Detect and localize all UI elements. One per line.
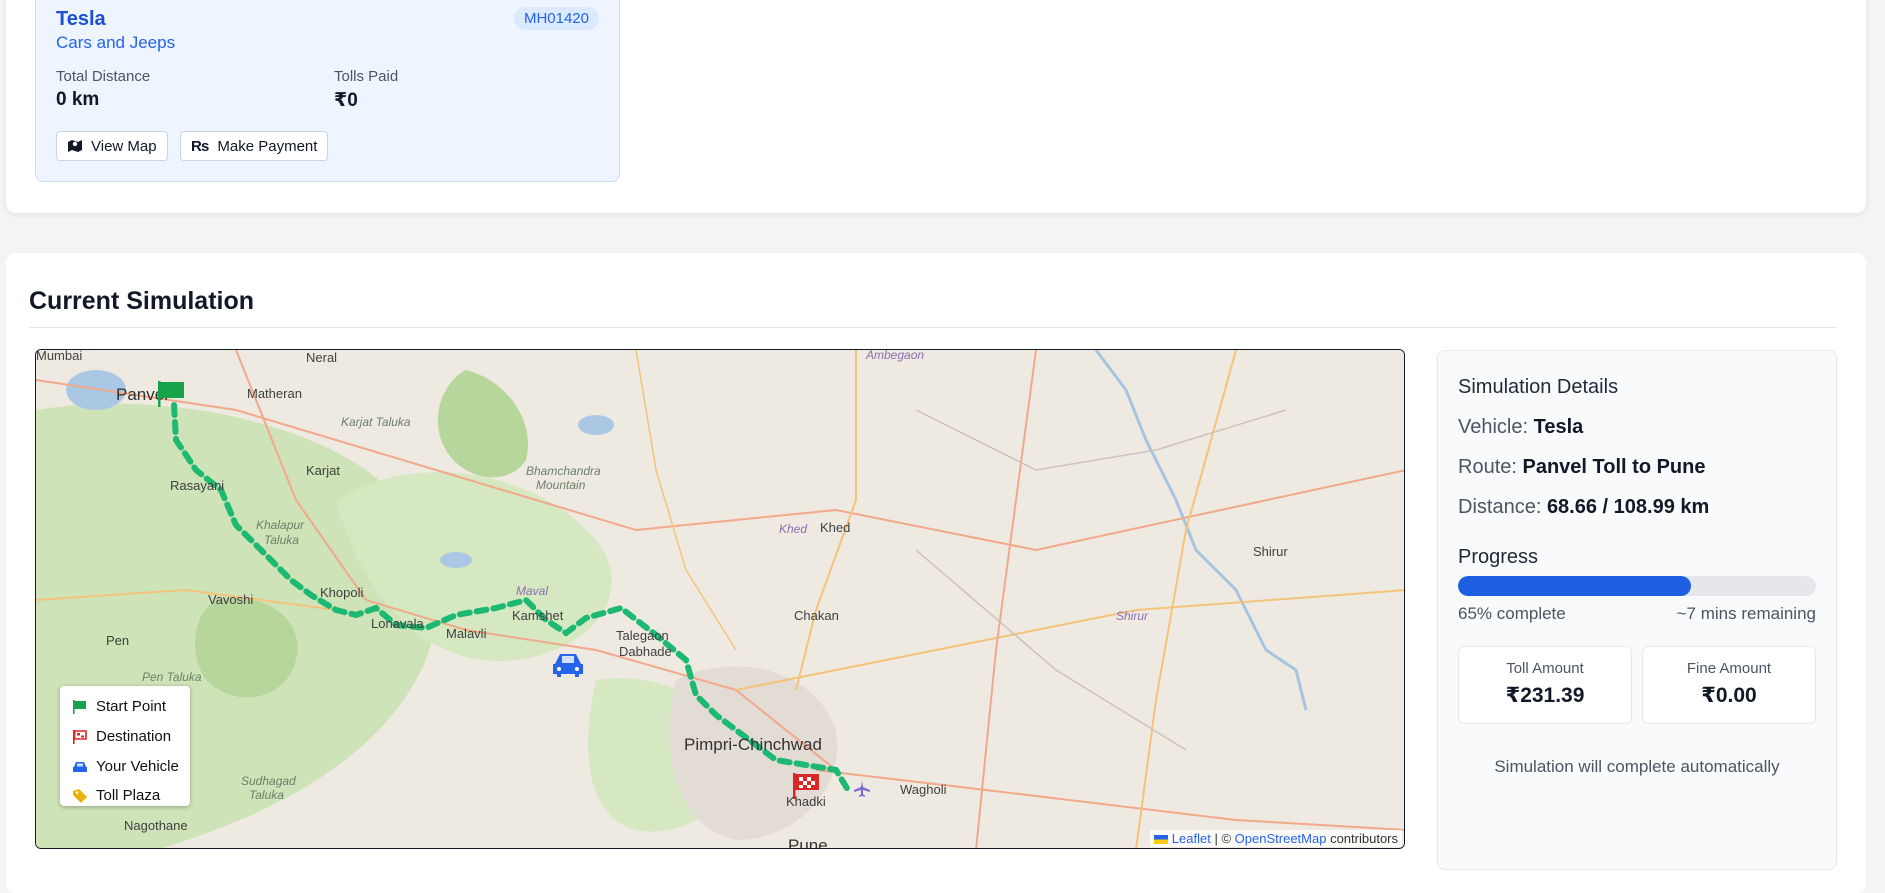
legend-destination-label: Destination	[96, 728, 172, 745]
section-title: Current Simulation	[29, 287, 255, 315]
progress-percent-text: 65% complete	[1458, 604, 1566, 623]
place-label: Talegaon	[616, 628, 669, 643]
detail-vehicle: Vehicle: Tesla	[1458, 416, 1583, 439]
place-label: Karjat	[306, 463, 340, 478]
fine-amount-box: Fine Amount ₹0.00	[1642, 646, 1816, 724]
detail-route: Route: Panvel Toll to Pune	[1458, 456, 1706, 479]
progress-fill	[1458, 576, 1691, 596]
flag-icon	[1154, 835, 1169, 845]
total-distance-label: Total Distance	[56, 68, 151, 85]
leaflet-link[interactable]: Leaflet	[1172, 831, 1211, 846]
place-label: Neral	[306, 350, 338, 365]
place-label: Shirur	[1116, 609, 1149, 623]
route-map[interactable]: Mumbai Panvel Neral Matheran Karjat Talu…	[35, 349, 1405, 849]
map-attribution: Leaflet | © OpenStreetMap contributors	[1150, 830, 1402, 847]
view-map-label: View Map	[91, 137, 157, 155]
detail-vehicle-value: Tesla	[1533, 416, 1584, 438]
divider	[29, 327, 1837, 328]
total-distance-value: 0 km	[56, 89, 100, 110]
legend-toll: Toll Plaza	[72, 787, 160, 804]
detail-vehicle-label: Vehicle:	[1458, 416, 1529, 438]
place-label: Lonavala	[371, 616, 424, 631]
attribution-separator: | ©	[1214, 831, 1232, 846]
rupee-icon: ₨	[191, 137, 210, 155]
place-label: Taluka	[249, 788, 284, 802]
completion-note: Simulation will complete automatically	[1494, 757, 1780, 776]
vehicle-type: Cars and Jeeps	[56, 33, 176, 52]
osm-link[interactable]: OpenStreetMap	[1235, 831, 1327, 846]
car-icon	[73, 761, 87, 772]
place-label: Pimpri-Chinchwad	[684, 735, 822, 754]
attribution-contributors: contributors	[1330, 831, 1398, 846]
place-label: Taluka	[264, 533, 299, 547]
detail-distance-value: 68.66 / 108.99 km	[1546, 496, 1710, 518]
place-label: Pune	[788, 836, 828, 849]
map-legend: Start Point Destination Your Vehicle Tol…	[60, 686, 190, 806]
tolls-paid-value: ₹0	[334, 90, 358, 111]
place-label: Wagholi	[900, 782, 947, 797]
place-label: Bhamchandra	[526, 464, 601, 478]
destination-flag-icon	[73, 729, 87, 744]
place-label: Khed	[820, 520, 851, 535]
place-label: Khed	[779, 522, 808, 536]
place-label: Matheran	[247, 386, 302, 401]
place-label: Malavli	[446, 626, 487, 641]
place-label: Mumbai	[36, 349, 83, 363]
place-label: Karjat Taluka	[341, 415, 411, 429]
start-flag-icon	[73, 699, 86, 714]
plate-badge: MH01420	[513, 7, 599, 30]
place-label: Pen	[106, 633, 130, 648]
view-map-button[interactable]: View Map	[56, 131, 168, 161]
place-label: Vavoshi	[208, 592, 254, 607]
toll-amount-value: ₹231.39	[1505, 684, 1585, 707]
place-label: Rasayani	[170, 478, 225, 493]
toll-amount-label: Toll Amount	[1506, 660, 1584, 677]
place-label: Sudhagad	[241, 774, 296, 788]
airport-icon	[854, 781, 870, 797]
progress-title: Progress	[1458, 546, 1539, 568]
detail-distance: Distance: 68.66 / 108.99 km	[1458, 496, 1709, 519]
place-label: Khalapur	[256, 518, 305, 532]
destination-flag-icon[interactable]	[791, 772, 821, 800]
place-label: Chakan	[794, 608, 839, 623]
vehicle-icon[interactable]	[551, 650, 585, 678]
legend-vehicle: Your Vehicle	[72, 758, 179, 775]
detail-route-label: Route:	[1458, 456, 1517, 478]
legend-start-label: Start Point	[96, 698, 167, 715]
time-remaining: ~7 mins remaining	[1676, 604, 1816, 623]
place-label: Nagothane	[124, 818, 188, 833]
legend-vehicle-label: Your Vehicle	[96, 758, 179, 775]
legend-toll-label: Toll Plaza	[96, 787, 161, 804]
make-payment-label: Make Payment	[217, 137, 318, 155]
details-title: Simulation Details	[1458, 376, 1619, 398]
detail-route-value: Panvel Toll to Pune	[1522, 456, 1706, 478]
toll-amount-box: Toll Amount ₹231.39	[1458, 646, 1632, 724]
legend-destination: Destination	[72, 728, 171, 745]
tolls-paid-label: Tolls Paid	[334, 68, 399, 85]
place-label: Pen Taluka	[142, 670, 202, 684]
detail-distance-label: Distance:	[1458, 496, 1542, 518]
map-icon	[68, 140, 82, 152]
place-label: Kamshet	[512, 608, 564, 623]
make-payment-button[interactable]: ₨ Make Payment	[180, 131, 329, 161]
fine-amount-label: Fine Amount	[1686, 660, 1772, 677]
place-label: Ambegaon	[866, 349, 925, 362]
legend-start: Start Point	[72, 698, 166, 715]
place-label: Maval	[516, 584, 549, 598]
simulation-details-panel: Simulation Details Vehicle: Tesla Route:…	[1437, 350, 1837, 870]
start-flag-icon[interactable]	[156, 380, 186, 408]
progress-bar	[1458, 576, 1816, 596]
tag-icon	[73, 788, 87, 803]
place-label: Khopoli	[320, 585, 364, 600]
vehicle-card: Tesla Cars and Jeeps MH01420 Total Dista…	[35, 0, 620, 182]
place-label: Mountain	[536, 478, 586, 492]
place-label: Shirur	[1253, 544, 1288, 559]
vehicle-name: Tesla	[56, 8, 106, 30]
place-label: Dabhade	[619, 644, 672, 659]
fine-amount-value: ₹0.00	[1701, 684, 1757, 707]
